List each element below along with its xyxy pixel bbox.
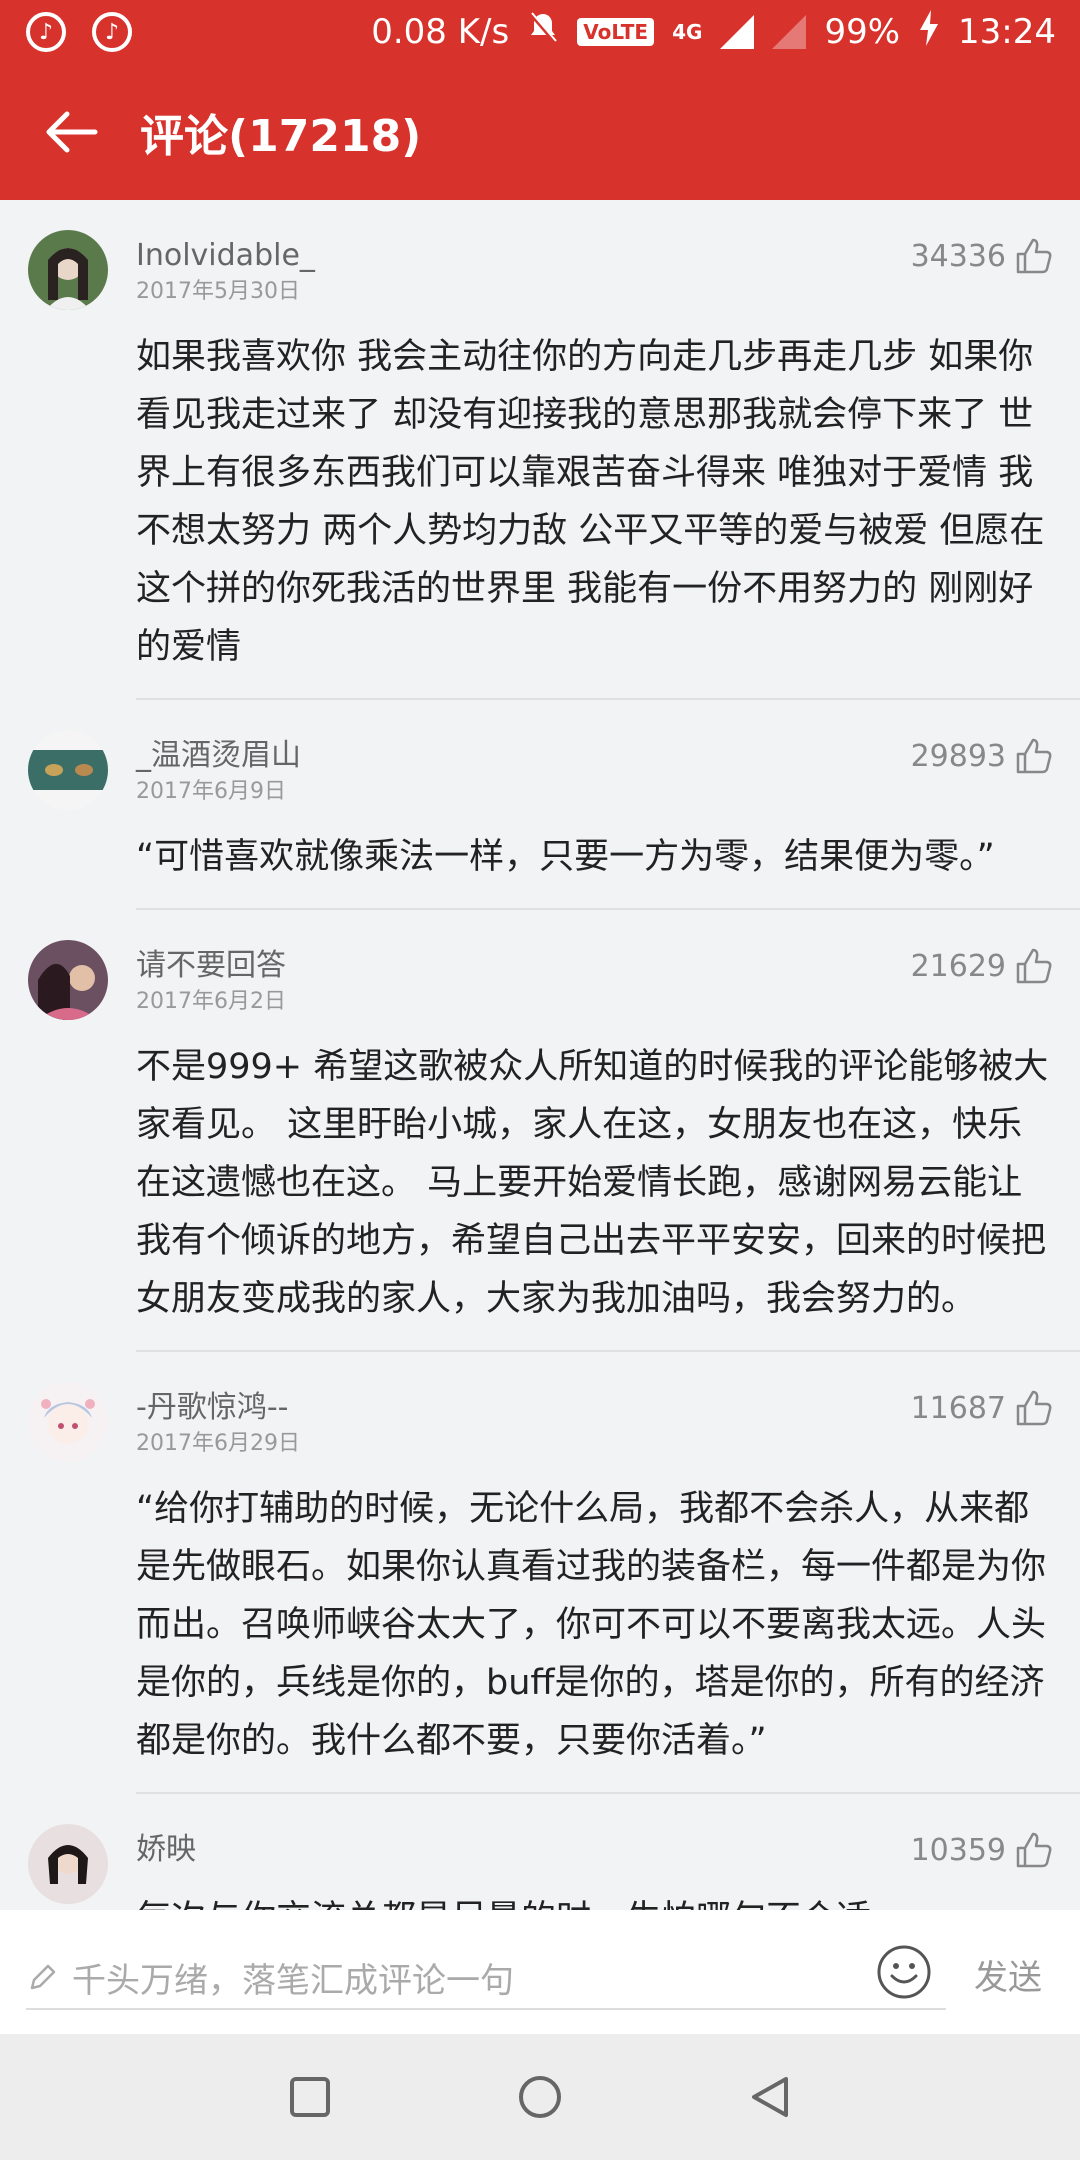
back-button[interactable] [16,64,126,200]
netease-music-icon: ♪ [92,12,132,52]
comment-item: 请不要回答 2017年6月2日 21629 不是999+ 希望这歌被众人所知道的… [0,910,1080,1350]
avatar[interactable] [28,230,108,310]
thumbs-up-icon [1016,948,1052,984]
avatar[interactable] [28,1824,108,1904]
thumbs-up-icon [1016,1832,1052,1868]
comment-text: 不是999+ 希望这歌被众人所知道的时候我的评论能够被大家看见。 这里盱眙小城，… [136,1047,1049,1319]
comment-date: 2017年6月2日 [136,989,286,1014]
comment-text: 每次与你交流总都是尽量的时，生怕哪句不合适 [136,1870,1054,1910]
like-count: 29893 [910,738,1006,774]
comment-list[interactable]: Inolvidable_ 2017年5月30日 34336 如果我喜欢你 我会主… [0,200,1080,1910]
comment-item: Inolvidable_ 2017年5月30日 34336 如果我喜欢你 我会主… [0,200,1080,698]
comment-input[interactable]: 千头万绪，落笔汇成评论一句 [26,1946,946,2010]
square-icon [290,2077,330,2117]
comment-text: “给你打辅助的时候，无论什么局，我都不会杀人，从来都是先做眼石。如果你认真看过我… [136,1489,1047,1761]
page-title: 评论(17218) [140,111,422,162]
comment-input-bar: 千头万绪，落笔汇成评论一句 发送 [0,1910,1080,2034]
network-type: 4G [672,20,703,44]
avatar[interactable] [28,1382,108,1462]
system-nav-bar [0,2034,1080,2160]
app-bar: 评论(17218) [0,64,1080,200]
circle-icon [519,2076,561,2118]
pencil-icon [30,1964,56,1990]
thumbs-up-icon [1016,1390,1052,1426]
netease-music-icon: ♪ [26,12,66,52]
signal-icon-secondary [772,15,807,49]
comment-text: “可惜喜欢就像乘法一样，只要一方为零，结果便为零。” [136,837,995,877]
thumbs-up-icon [1016,738,1052,774]
mute-bell-icon [527,10,559,55]
emoji-button[interactable] [876,1944,932,2000]
clock: 13:24 [958,12,1056,52]
like-count: 10359 [910,1832,1006,1868]
like-button[interactable]: 34336 [911,236,1054,276]
comment-item: 娇映 10359 每次与你交流总都是尽量的时，生怕哪句不合适 [0,1794,1080,1910]
comment-item: -丹歌惊鸿-- 2017年6月29日 11687 “给你打辅助的时候，无论什么局… [0,1352,1080,1792]
like-count: 34336 [910,238,1006,274]
status-bar: ♪ ♪ 0.08 K/s VoLTE 4G 99% 13:24 [0,0,1080,64]
comment-date: 2017年6月9日 [136,779,286,804]
signal-icon [720,15,755,49]
avatar[interactable] [28,940,108,1020]
recents-button[interactable] [195,2075,425,2119]
like-count: 21629 [910,948,1006,984]
home-button[interactable] [425,2073,655,2121]
network-speed: 0.08 K/s [371,12,510,52]
like-button[interactable]: 10359 [911,1830,1054,1870]
avatar[interactable] [28,730,108,810]
like-button[interactable]: 21629 [911,946,1054,986]
thumbs-up-icon [1016,238,1052,274]
charging-icon [918,9,940,55]
like-count: 11687 [910,1390,1006,1426]
comment-date: 2017年5月30日 [136,279,300,304]
send-button[interactable]: 发送 [974,1950,1042,1999]
battery-level: 99% [824,12,901,52]
comment-item: _温酒烫眉山 2017年6月9日 29893 “可惜喜欢就像乘法一样，只要一方为… [0,700,1080,908]
like-button[interactable]: 29893 [911,736,1054,776]
comment-date: 2017年6月29日 [136,1431,300,1456]
comment-text: 如果我喜欢你 我会主动往你的方向走几步再走几步 如果你看见我走过来了 却没有迎接… [136,337,1045,667]
like-button[interactable]: 11687 [911,1388,1054,1428]
nav-back-button[interactable] [655,2073,885,2121]
smiley-icon [877,1945,931,1999]
back-arrow-icon [46,111,98,153]
triangle-back-icon [752,2077,788,2117]
volte-badge: VoLTE [577,18,655,46]
comment-input-placeholder: 千头万绪，落笔汇成评论一句 [72,1960,514,2001]
